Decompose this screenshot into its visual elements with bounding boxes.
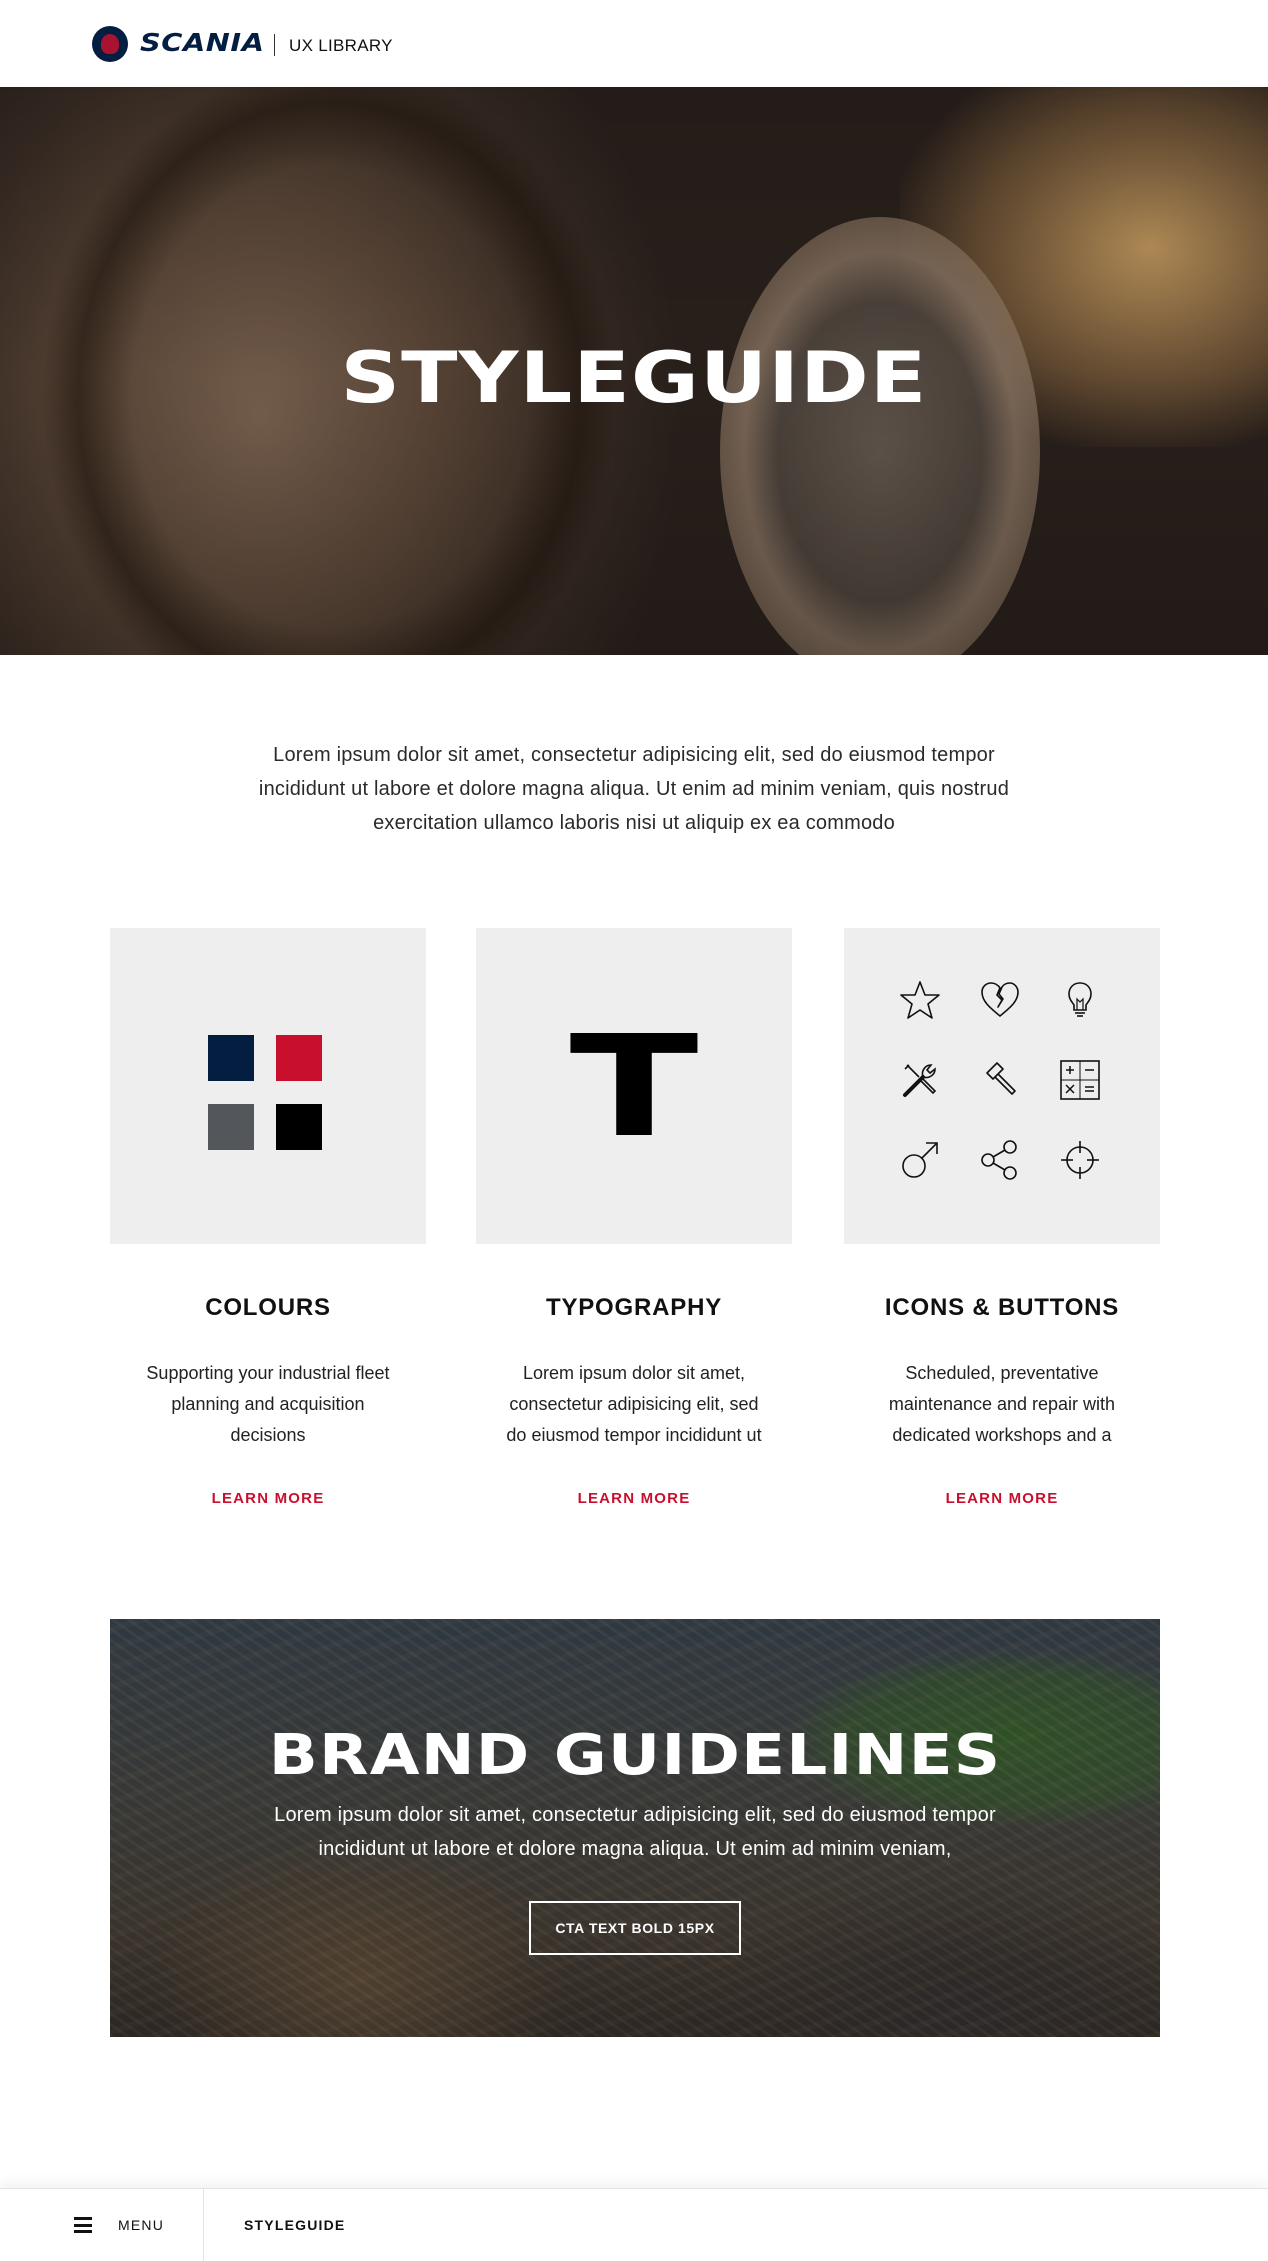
broken-heart-icon bbox=[978, 978, 1022, 1022]
card-typography[interactable]: T TYPOGRAPHY Lorem ipsum dolor sit amet,… bbox=[476, 928, 792, 1507]
swatch-blue bbox=[208, 1035, 254, 1081]
tools-icon bbox=[898, 1058, 942, 1102]
lightbulb-icon bbox=[1058, 978, 1102, 1022]
banner-title: BRAND GUIDELINES bbox=[268, 1723, 1002, 1788]
card-description: Lorem ipsum dolor sit amet, consectetur … bbox=[506, 1363, 762, 1445]
card-colours[interactable]: COLOURS Supporting your industrial fleet… bbox=[110, 928, 426, 1507]
hamburger-icon bbox=[74, 2217, 92, 2233]
learn-more-link[interactable]: LEARN MORE bbox=[110, 1490, 426, 1507]
cta-button[interactable]: CTA TEXT BOLD 15PX bbox=[529, 1901, 741, 1955]
site-subtitle[interactable]: UX LIBRARY bbox=[289, 36, 393, 56]
brand-guidelines-banner: BRAND GUIDELINES Lorem ipsum dolor sit a… bbox=[110, 1619, 1160, 2037]
share-icon bbox=[978, 1138, 1022, 1182]
header-divider bbox=[274, 34, 275, 56]
crosshair-icon bbox=[1058, 1138, 1102, 1182]
breadcrumb-current-page[interactable]: STYLEGUIDE bbox=[244, 2217, 345, 2233]
icons-tile[interactable] bbox=[844, 928, 1160, 1244]
learn-more-link[interactable]: LEARN MORE bbox=[476, 1490, 792, 1507]
intro-paragraph: Lorem ipsum dolor sit amet, consectetur … bbox=[258, 744, 1010, 834]
swatch-black bbox=[276, 1104, 322, 1150]
brand-wordmark[interactable]: SCANIA bbox=[140, 28, 265, 57]
menu-button[interactable]: MENU bbox=[0, 2189, 204, 2261]
card-description: Supporting your industrial fleet plannin… bbox=[146, 1363, 390, 1445]
swatch-grey bbox=[208, 1104, 254, 1150]
learn-more-link[interactable]: LEARN MORE bbox=[844, 1490, 1160, 1507]
card-description: Scheduled, preventative maintenance and … bbox=[888, 1363, 1116, 1445]
bottom-navigation-bar: MENU STYLEGUIDE bbox=[0, 2188, 1268, 2261]
typography-tile[interactable]: T bbox=[476, 928, 792, 1244]
typography-t-glyph: T bbox=[569, 1006, 699, 1169]
scania-griffin-logo-icon[interactable] bbox=[92, 26, 128, 62]
calculator-icon bbox=[1058, 1058, 1102, 1102]
star-icon bbox=[898, 978, 942, 1022]
top-header: SCANIA UX LIBRARY bbox=[0, 0, 1268, 87]
banner-description: Lorem ipsum dolor sit amet, consectetur … bbox=[274, 1804, 996, 1860]
hero-title: STYLEGUIDE bbox=[340, 337, 928, 419]
colours-tile[interactable] bbox=[110, 928, 426, 1244]
card-title: COLOURS bbox=[205, 1294, 331, 1321]
hero-banner: STYLEGUIDE bbox=[0, 87, 1268, 655]
male-icon bbox=[898, 1138, 942, 1182]
hammer-icon bbox=[978, 1058, 1022, 1102]
menu-label: MENU bbox=[118, 2217, 165, 2233]
card-icons-buttons[interactable]: ICONS & BUTTONS Scheduled, preventative … bbox=[844, 928, 1160, 1507]
card-title: TYPOGRAPHY bbox=[545, 1294, 723, 1321]
card-title: ICONS & BUTTONS bbox=[884, 1294, 1120, 1321]
swatch-red bbox=[276, 1035, 322, 1081]
